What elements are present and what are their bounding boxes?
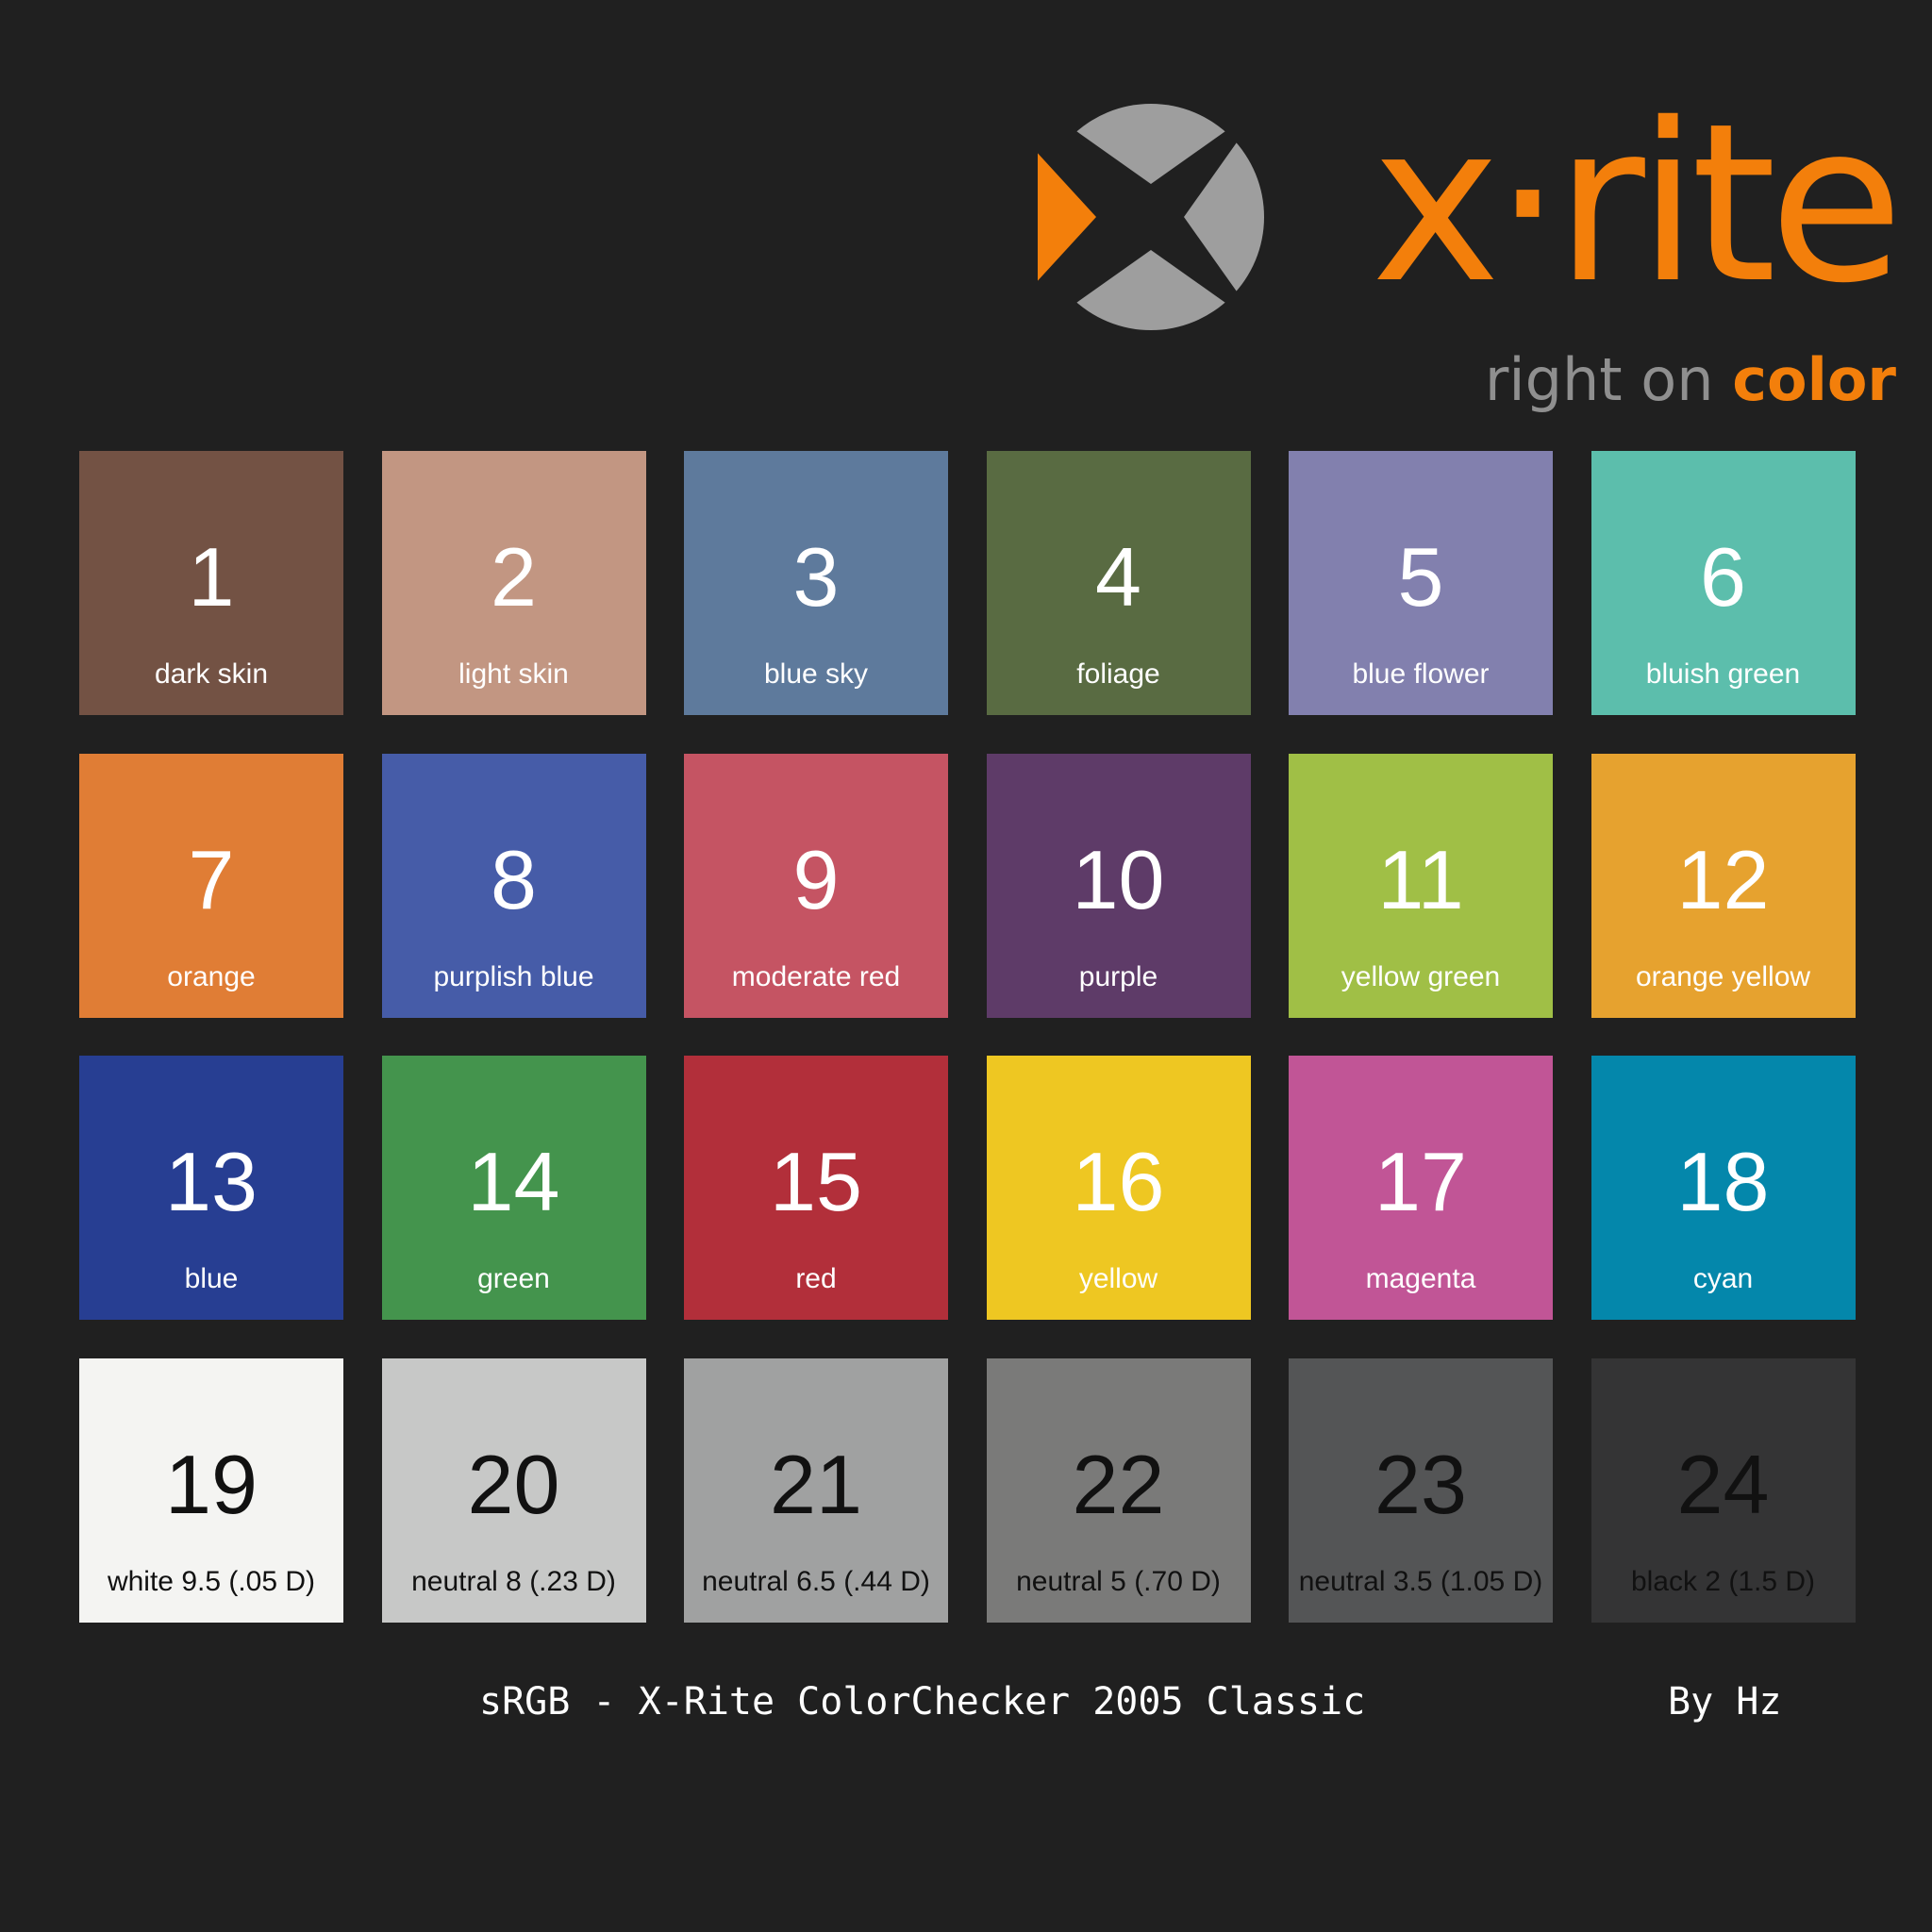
color-patch: 20 neutral 8 (.23 D) [381,1357,646,1623]
patch-name: green [477,1263,550,1294]
patch-number: 11 [1377,832,1464,926]
patch-number: 2 [491,530,537,624]
patch-number: 8 [491,832,537,926]
patch-number: 14 [467,1135,560,1228]
color-checker-grid: 1 dark skin 2 light skin 3 blue sky 4 foliage 5 b… [79,451,1856,1623]
patch-name: cyan [1692,1263,1754,1294]
patch-number: 22 [1072,1437,1165,1531]
color-patch: 15 red [684,1056,948,1320]
patch-number: 24 [1676,1437,1770,1531]
color-patch: 17 magenta [1289,1056,1553,1320]
color-patch: 18 cyan [1591,1056,1856,1320]
patch-name: neutral 3.5 (1.05 D) [1298,1565,1543,1597]
patch-number: 9 [792,832,840,926]
patch-name: yellow green [1341,960,1501,992]
patch-number: 23 [1374,1437,1467,1531]
color-patch: 14 green [381,1056,646,1320]
tagline-accent: color [1732,345,1896,414]
patch-name: orange yellow [1635,960,1811,992]
patch-name: foliage [1076,658,1160,690]
patch-number: 6 [1700,530,1746,624]
footer-credit: By Hz [1668,1680,1782,1724]
patch-name: neutral 8 (.23 D) [411,1565,616,1597]
patch-number: 5 [1397,530,1444,624]
color-patch: 8 purplish blue [381,753,646,1018]
patch-number: 21 [770,1437,862,1531]
patch-name: purple [1078,960,1158,992]
color-patch: 1 dark skin [79,451,343,715]
patch-name: white 9.5 (.05 D) [107,1565,316,1597]
patch-name: blue [184,1263,239,1294]
color-patch: 13 blue [79,1056,343,1320]
color-patch: 24 black 2 (1.5 D) [1591,1357,1856,1623]
patch-name: purplish blue [433,960,594,992]
patch-name: magenta [1365,1263,1476,1294]
color-patch: 23 neutral 3.5 (1.05 D) [1289,1357,1553,1623]
patch-name: blue sky [763,658,869,690]
brand-tagline: right on color [1485,351,1896,409]
patch-number: 4 [1095,530,1141,624]
x-rite-logo-icon [1038,104,1264,330]
brand-logo: x·rite right on color [1038,94,1904,415]
color-patch: 10 purple [986,753,1251,1018]
patch-name: orange [167,960,256,992]
patch-number: 7 [188,832,235,926]
brand-wordmark: x·rite [1371,76,1904,331]
patch-name: yellow [1078,1263,1158,1294]
patch-name: light skin [458,658,569,690]
patch-number: 17 [1374,1135,1467,1228]
color-patch: 16 yellow [986,1056,1251,1320]
color-patch: 4 foliage [986,451,1251,715]
color-patch: 12 orange yellow [1591,753,1856,1018]
color-patch: 22 neutral 5 (.70 D) [986,1357,1251,1623]
patch-number: 1 [188,530,235,624]
color-patch: 2 light skin [381,451,646,715]
patch-number: 3 [792,530,840,624]
color-patch: 9 moderate red [684,753,948,1018]
color-patch: 21 neutral 6.5 (.44 D) [684,1357,948,1623]
patch-number: 15 [770,1135,862,1228]
patch-number: 20 [467,1437,560,1531]
footer-caption: sRGB - X-Rite ColorChecker 2005 Classic [479,1680,1366,1724]
patch-number: 10 [1072,832,1165,926]
patch-name: neutral 5 (.70 D) [1016,1565,1221,1597]
color-patch: 6 bluish green [1591,451,1856,715]
patch-name: red [795,1263,837,1294]
patch-number: 18 [1676,1135,1770,1228]
patch-name: dark skin [154,658,269,690]
patch-name: neutral 6.5 (.44 D) [702,1565,930,1597]
patch-name: black 2 (1.5 D) [1630,1565,1816,1597]
patch-number: 16 [1072,1135,1165,1228]
color-patch: 5 blue flower [1289,451,1553,715]
color-patch: 3 blue sky [684,451,948,715]
patch-name: moderate red [731,960,901,992]
patch-number: 12 [1676,832,1770,926]
patch-name: blue flower [1352,658,1490,690]
color-patch: 7 orange [79,753,343,1018]
tagline-prefix: right on [1484,345,1733,414]
patch-name: bluish green [1645,658,1801,690]
color-patch: 11 yellow green [1289,753,1553,1018]
patch-number: 13 [165,1135,258,1228]
color-patch: 19 white 9.5 (.05 D) [79,1357,343,1623]
patch-number: 19 [165,1437,258,1531]
